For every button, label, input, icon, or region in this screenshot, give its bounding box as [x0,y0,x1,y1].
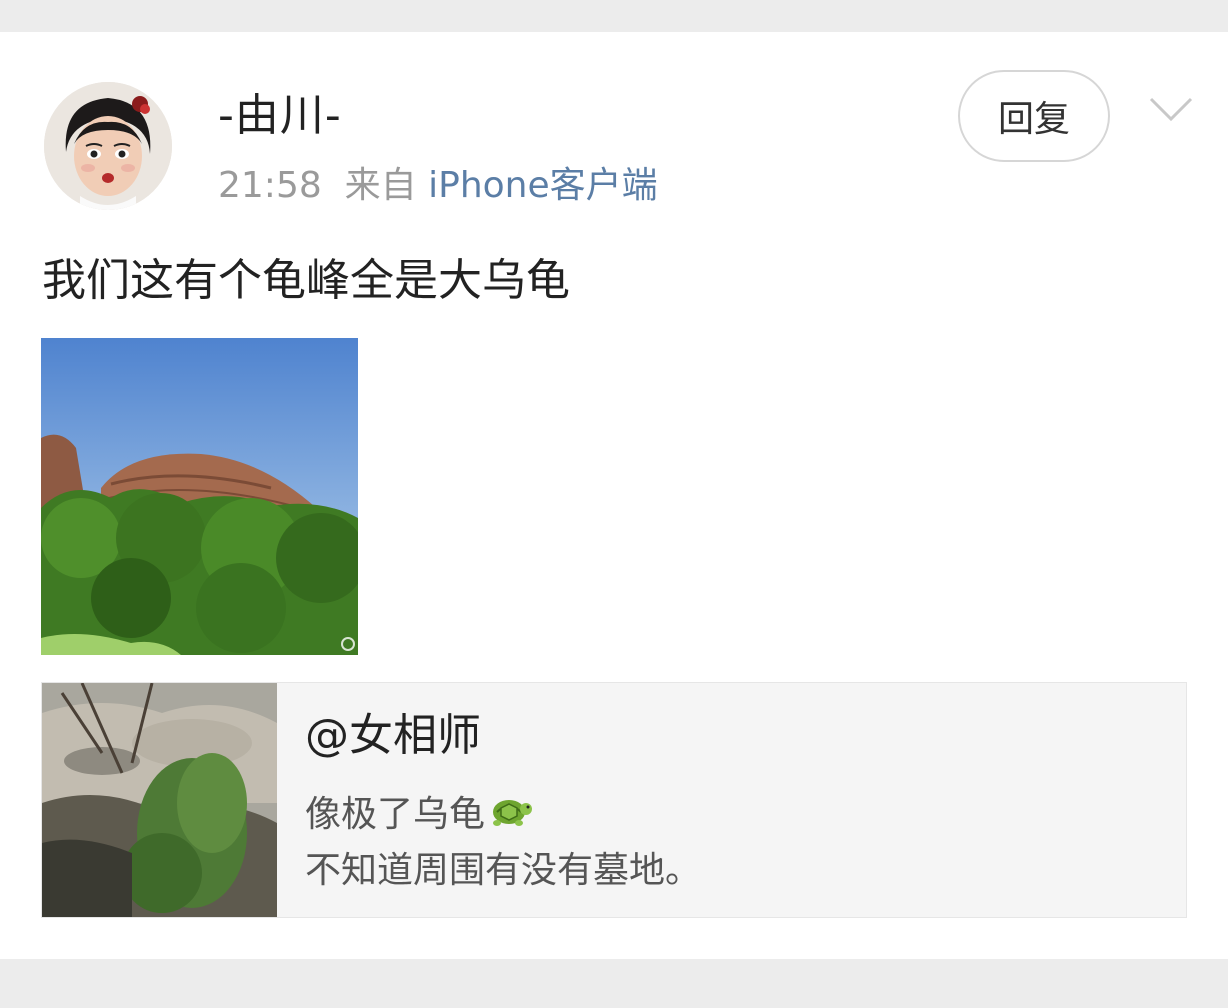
comment-card: -由川- 21:58 来自 iPhone客户端 回复 我们这有个龟峰全是大乌龟 [0,32,1228,959]
post-text: 我们这有个龟峰全是大乌龟 [42,255,570,306]
quoted-post-text-2: 不知道周围有没有墓地。 [305,850,702,891]
post-image[interactable] [41,338,358,655]
avatar[interactable] [44,82,172,210]
quoted-post-image[interactable] [42,683,277,917]
chevron-down-icon[interactable] [1148,94,1194,124]
quoted-post-text-1: 像极了乌龟 [305,794,486,835]
quoted-post-author[interactable]: @女相师 [305,709,481,763]
post-meta: 21:58 来自 iPhone客户端 [218,164,658,208]
source-client[interactable]: iPhone客户端 [428,165,658,206]
quoted-post[interactable]: @女相师 像极了乌龟 不知道周围有没有墓地。 [41,682,1187,918]
reply-button[interactable]: 回复 [958,70,1110,162]
post-time: 21:58 [218,165,322,206]
from-label: 来自 [344,165,417,206]
turtle-emoji-icon [493,800,533,826]
quoted-post-line-1: 像极了乌龟 [305,793,533,837]
username[interactable]: -由川- [218,90,342,142]
